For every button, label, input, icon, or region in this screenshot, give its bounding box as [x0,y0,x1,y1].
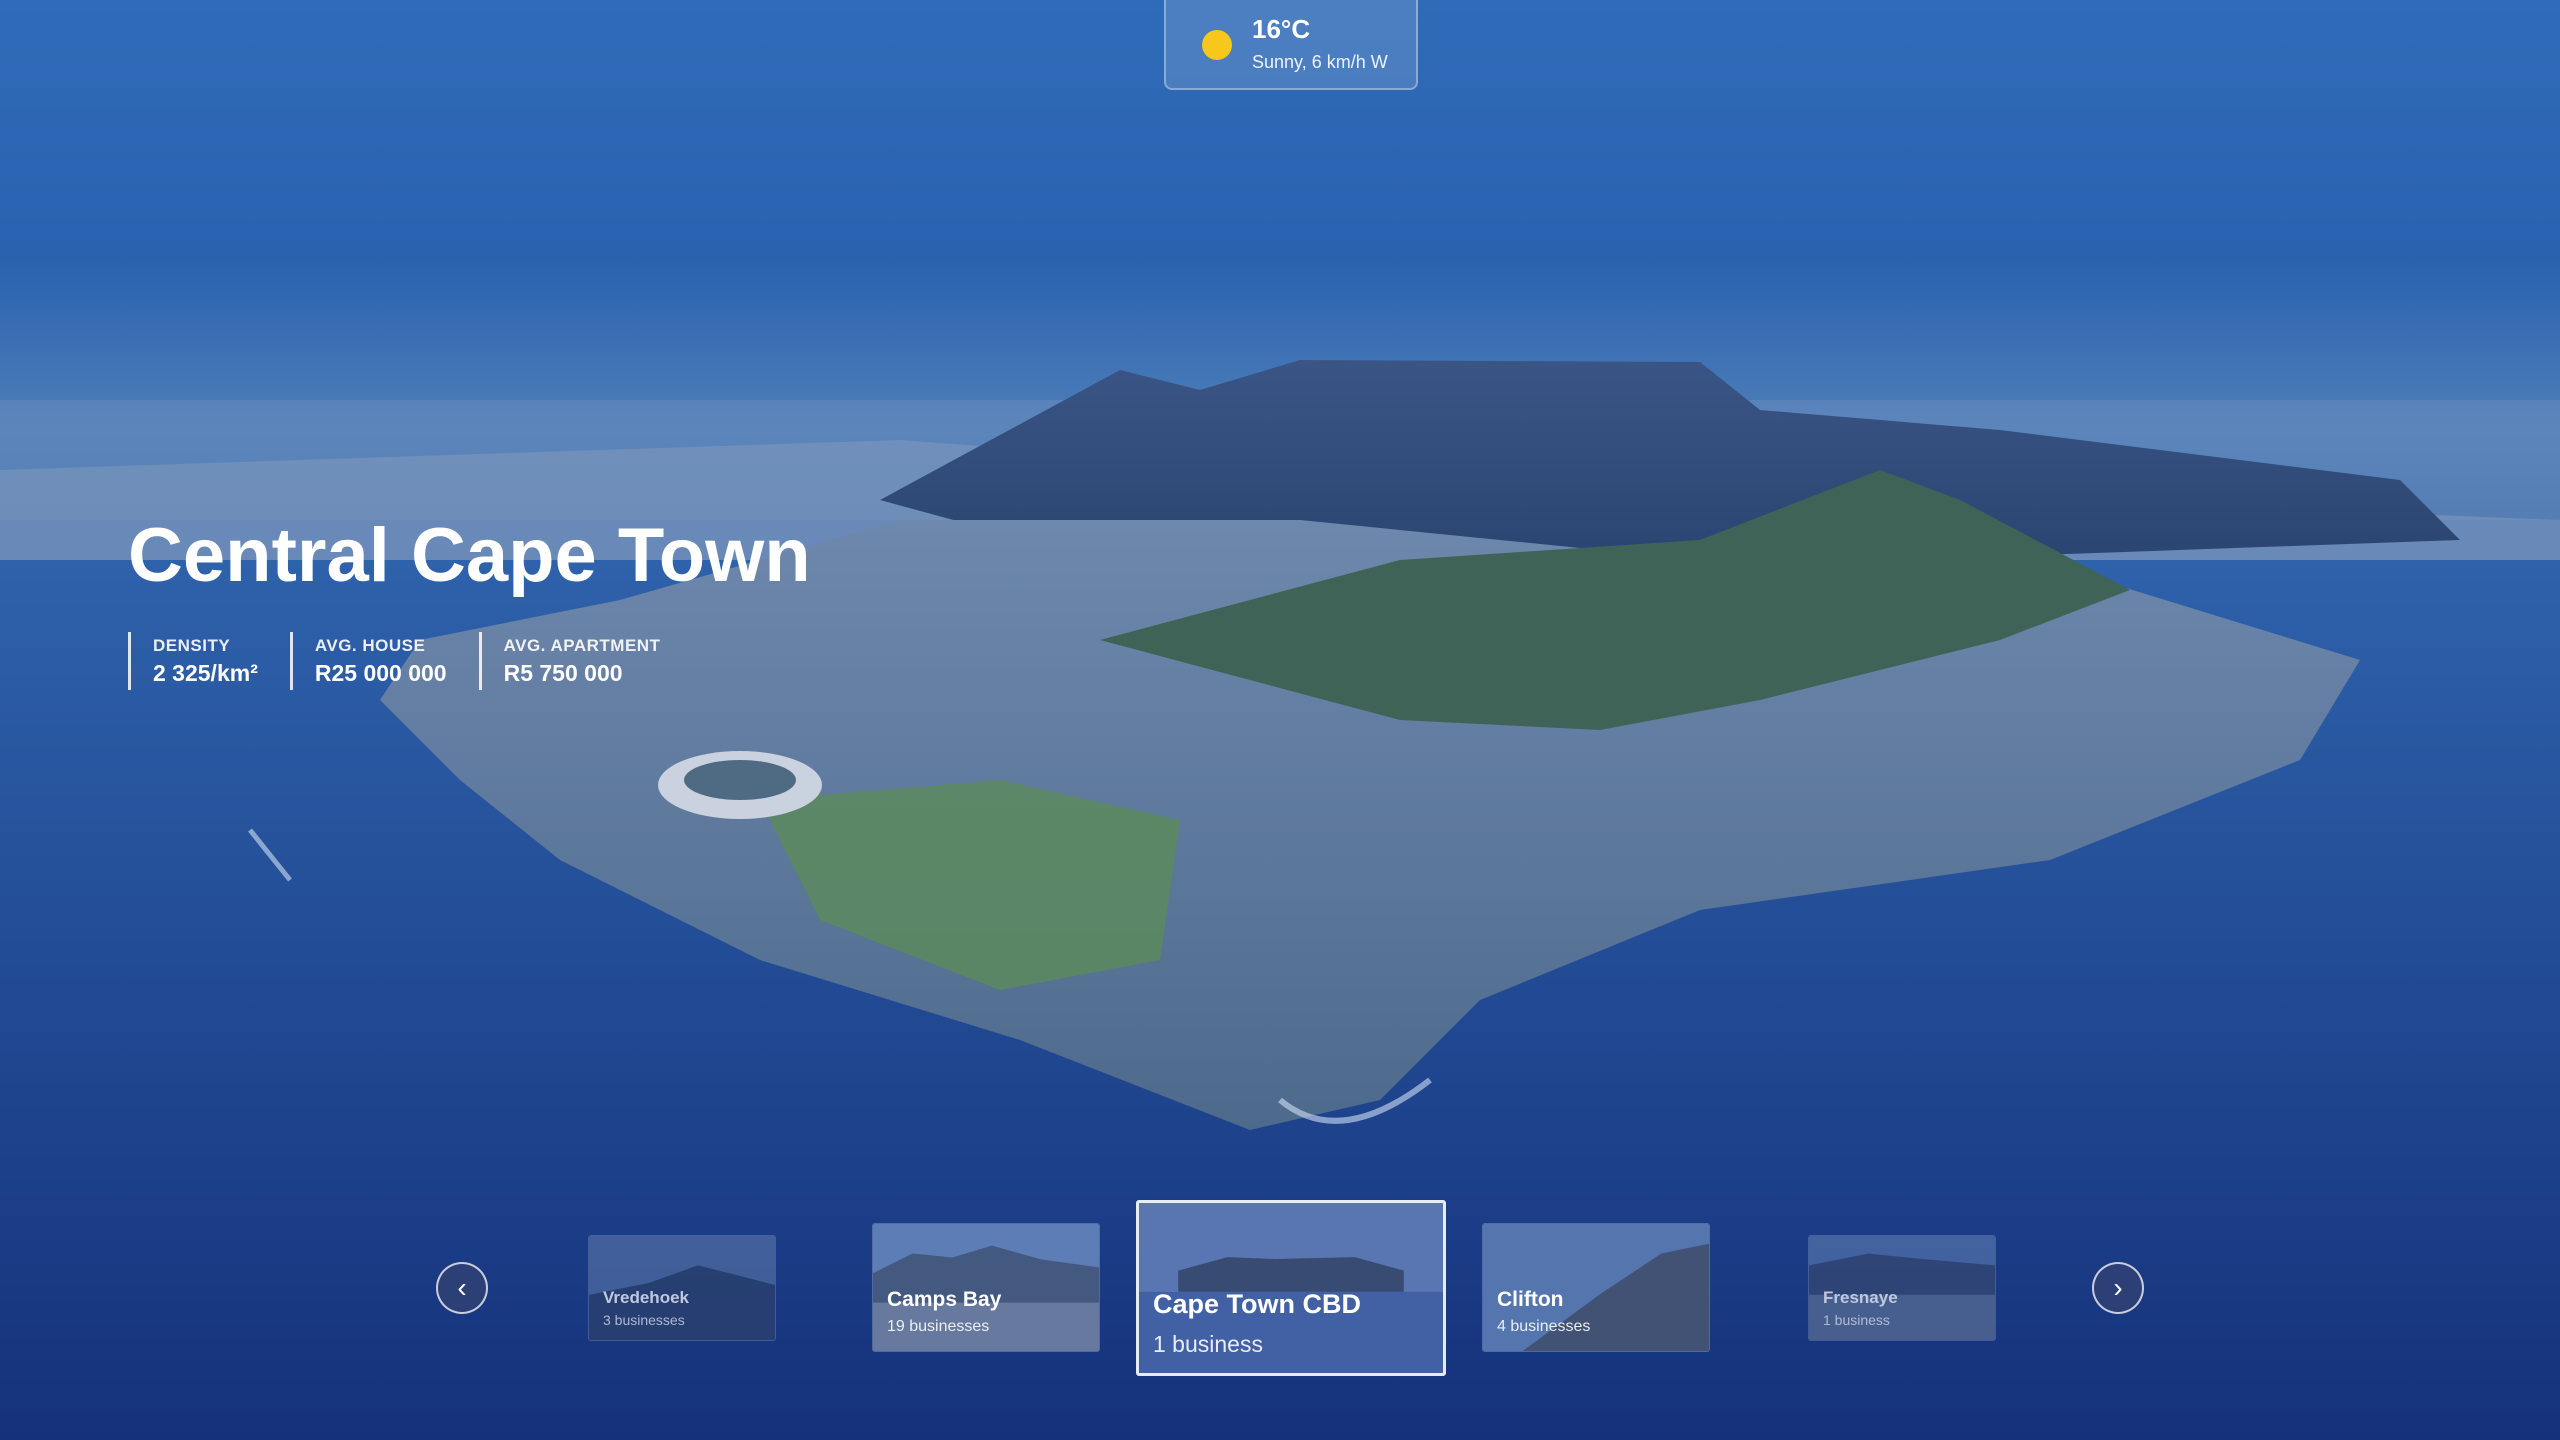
carousel-card-fresnaye[interactable]: Fresnaye 1 business [1808,1235,1996,1341]
card-name: Cape Town CBD [1153,1289,1361,1319]
stat-label: AVG. APARTMENT [503,635,661,655]
region-stats: DENSITY 2 325/km² AVG. HOUSE R25 000 000… [128,632,692,690]
card-name: Fresnaye [1823,1288,1898,1307]
region-title: Central Cape Town [128,513,811,598]
stat-avg-house: AVG. HOUSE R25 000 000 [289,632,479,690]
weather-widget: 16°C Sunny, 6 km/h W [1164,0,1418,90]
stat-density: DENSITY 2 325/km² [128,632,290,690]
carousel-card-vredehoek[interactable]: Vredehoek 3 businesses [588,1235,776,1341]
stat-label: DENSITY [153,635,231,655]
carousel-next-button[interactable]: › [2092,1262,2144,1314]
carousel-card-camps-bay[interactable]: Camps Bay 19 businesses [872,1223,1100,1352]
card-count: 1 business [1823,1312,1890,1328]
card-count: 4 businesses [1497,1318,1591,1335]
weather-condition: Sunny, 6 km/h W [1252,52,1388,72]
chevron-right-icon: › [2113,1272,2123,1303]
stat-avg-apartment: AVG. APARTMENT R5 750 000 [478,632,693,690]
card-count: 3 businesses [603,1312,685,1328]
card-name: Vredehoek [603,1288,689,1307]
stat-value: R25 000 000 [314,659,447,686]
chevron-left-icon: ‹ [457,1272,467,1303]
stat-value: R5 750 000 [503,659,623,686]
weather-temperature: 16°C [1252,14,1311,44]
card-name: Clifton [1497,1288,1564,1311]
carousel-card-clifton[interactable]: Clifton 4 businesses [1482,1223,1710,1352]
carousel-card-cape-town-cbd[interactable]: Cape Town CBD 1 business [1136,1200,1446,1376]
carousel-prev-button[interactable]: ‹ [436,1262,488,1314]
card-count: 1 business [1153,1331,1263,1357]
stat-value: 2 325/km² [153,659,258,686]
sun-icon [1202,30,1232,60]
stat-label: AVG. HOUSE [314,635,426,655]
card-name: Camps Bay [887,1288,1002,1311]
card-count: 19 businesses [887,1318,990,1335]
